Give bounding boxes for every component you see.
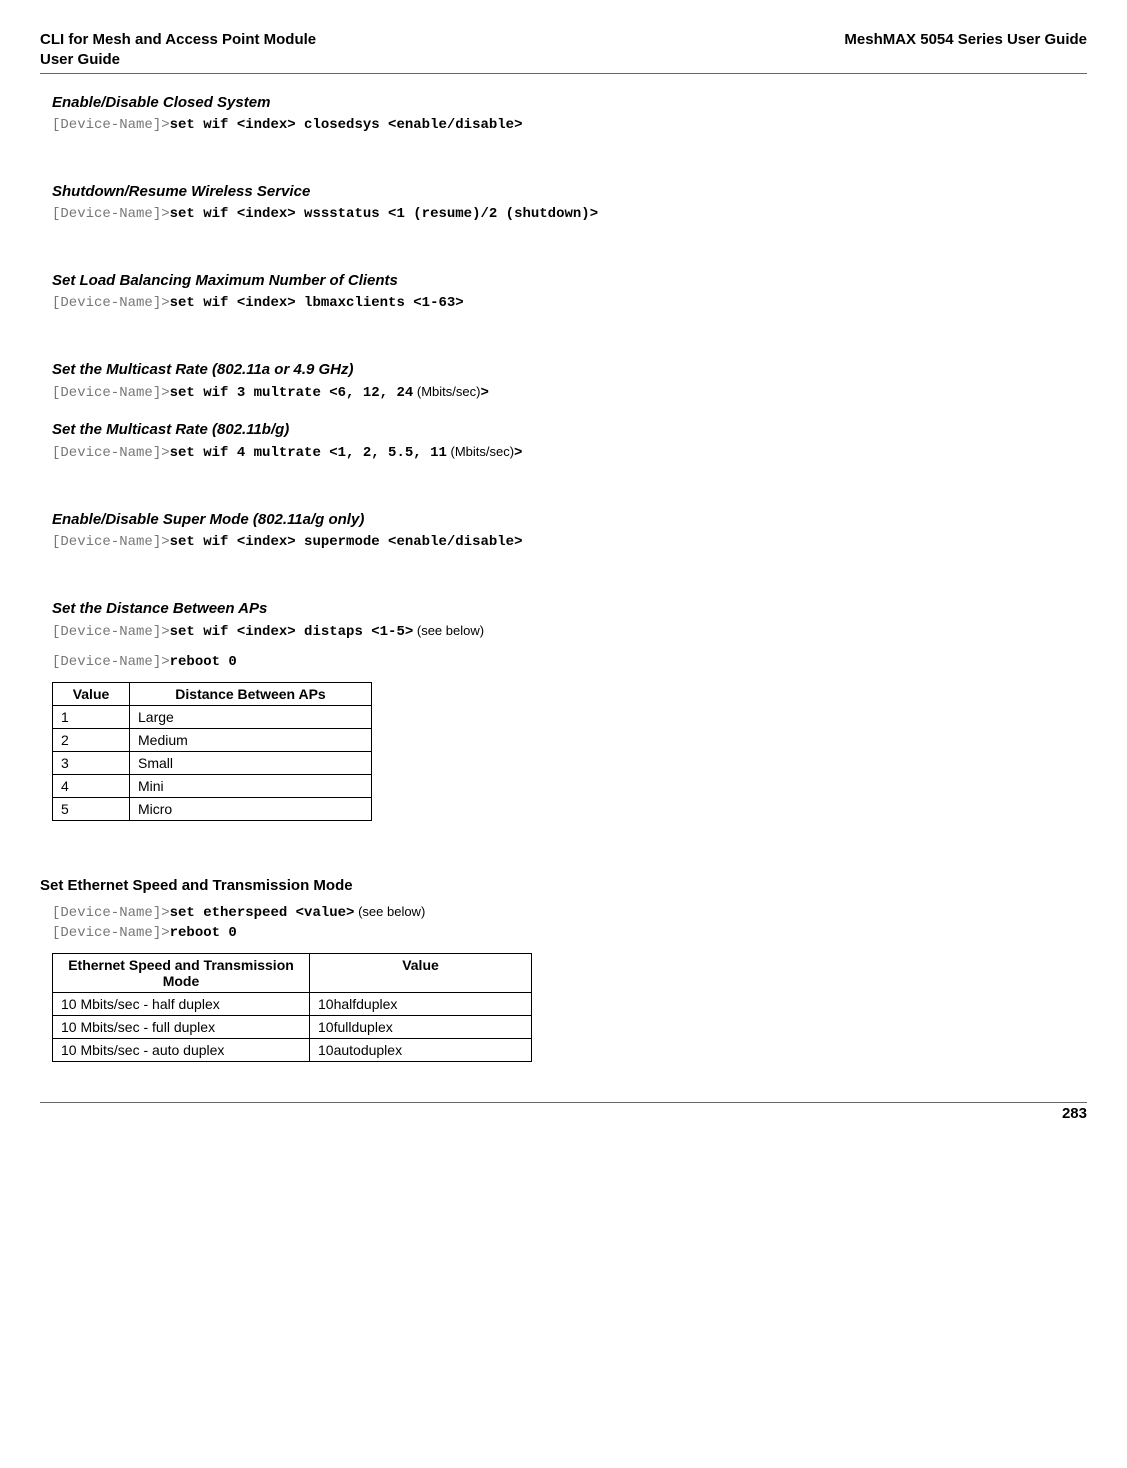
note: (Mbits/sec): [413, 384, 480, 399]
cmd-end: >: [480, 385, 488, 401]
table-header-row: Value Distance Between APs: [53, 683, 372, 706]
prompt: [Device-Name]>: [52, 624, 170, 640]
code-ethernet-2: [Device-Name]>reboot 0: [52, 925, 1087, 941]
prompt: [Device-Name]>: [52, 385, 170, 401]
table-distance-aps: Value Distance Between APs 1Large 2Mediu…: [52, 682, 372, 821]
table-row: 2Medium: [53, 729, 372, 752]
note: (see below): [354, 904, 425, 919]
header-left-line1: CLI for Mesh and Access Point Module: [40, 31, 316, 48]
table-row: 4Mini: [53, 775, 372, 798]
cmd-part: set wif 4 multrate <1, 2, 5.5, 11: [170, 445, 447, 461]
table-row: 5Micro: [53, 798, 372, 821]
cell-distance: Medium: [130, 729, 372, 752]
prompt: [Device-Name]>: [52, 117, 170, 133]
cell-distance: Large: [130, 706, 372, 729]
cell-mode: 10 Mbits/sec - half duplex: [53, 993, 310, 1016]
prompt: [Device-Name]>: [52, 534, 170, 550]
prompt: [Device-Name]>: [52, 445, 170, 461]
prompt: [Device-Name]>: [52, 905, 170, 921]
prompt: [Device-Name]>: [52, 295, 170, 311]
cell-distance: Small: [130, 752, 372, 775]
code-multicast-a: [Device-Name]>set wif 3 multrate <6, 12,…: [52, 384, 1087, 401]
heading-closed-system: Enable/Disable Closed System: [52, 94, 1087, 111]
code-distance-aps-2: [Device-Name]>reboot 0: [52, 654, 1087, 670]
cmd: set wif <index> lbmaxclients <1-63>: [170, 295, 464, 311]
table-row: 1Large: [53, 706, 372, 729]
heading-shutdown-resume: Shutdown/Resume Wireless Service: [52, 183, 1087, 200]
header-bar: CLI for Mesh and Access Point Module Use…: [40, 30, 1087, 74]
table-row: 10 Mbits/sec - half duplex10halfduplex: [53, 993, 532, 1016]
code-shutdown-resume: [Device-Name]>set wif <index> wssstatus …: [52, 206, 1087, 222]
heading-ethernet-speed: Set Ethernet Speed and Transmission Mode: [40, 877, 1087, 894]
table-row: 10 Mbits/sec - full duplex10fullduplex: [53, 1016, 532, 1039]
cell-distance: Mini: [130, 775, 372, 798]
cell-value: 10halfduplex: [310, 993, 532, 1016]
code-closed-system: [Device-Name]>set wif <index> closedsys …: [52, 117, 1087, 133]
cell-value: 3: [53, 752, 130, 775]
cell-mode: 10 Mbits/sec - full duplex: [53, 1016, 310, 1039]
th-value: Value: [310, 954, 532, 993]
note: (Mbits/sec): [447, 444, 514, 459]
cell-value: 1: [53, 706, 130, 729]
page-number: 283: [1062, 1105, 1087, 1122]
cmd: reboot 0: [170, 654, 237, 670]
code-super-mode: [Device-Name]>set wif <index> supermode …: [52, 534, 1087, 550]
cmd: set wif <index> supermode <enable/disabl…: [170, 534, 523, 550]
heading-multicast-bg: Set the Multicast Rate (802.11b/g): [52, 421, 1087, 438]
cmd-end: >: [514, 445, 522, 461]
heading-super-mode: Enable/Disable Super Mode (802.11a/g onl…: [52, 511, 1087, 528]
header-left: CLI for Mesh and Access Point Module Use…: [40, 30, 316, 69]
th-distance: Distance Between APs: [130, 683, 372, 706]
footer: 283: [40, 1102, 1087, 1122]
code-load-balancing: [Device-Name]>set wif <index> lbmaxclien…: [52, 295, 1087, 311]
cmd: set wif <index> distaps <1-5>: [170, 624, 414, 640]
prompt: [Device-Name]>: [52, 925, 170, 941]
table-row: 10 Mbits/sec - auto duplex10autoduplex: [53, 1039, 532, 1062]
cmd: set wif <index> wssstatus <1 (resume)/2 …: [170, 206, 598, 222]
cell-mode: 10 Mbits/sec - auto duplex: [53, 1039, 310, 1062]
cell-value: 4: [53, 775, 130, 798]
cmd: reboot 0: [170, 925, 237, 941]
th-mode: Ethernet Speed and Transmission Mode: [53, 954, 310, 993]
cell-distance: Micro: [130, 798, 372, 821]
heading-load-balancing: Set Load Balancing Maximum Number of Cli…: [52, 272, 1087, 289]
cell-value: 10autoduplex: [310, 1039, 532, 1062]
table-header-row: Ethernet Speed and Transmission Mode Val…: [53, 954, 532, 993]
prompt: [Device-Name]>: [52, 654, 170, 670]
heading-distance-aps: Set the Distance Between APs: [52, 600, 1087, 617]
note: (see below): [413, 623, 484, 638]
cell-value: 10fullduplex: [310, 1016, 532, 1039]
th-value: Value: [53, 683, 130, 706]
heading-multicast-a: Set the Multicast Rate (802.11a or 4.9 G…: [52, 361, 1087, 378]
cell-value: 5: [53, 798, 130, 821]
cmd-part: set wif 3 multrate <6, 12, 24: [170, 385, 414, 401]
cell-value: 2: [53, 729, 130, 752]
cmd: set etherspeed <value>: [170, 905, 355, 921]
header-left-line2: User Guide: [40, 51, 120, 68]
table-ethernet-speed: Ethernet Speed and Transmission Mode Val…: [52, 953, 532, 1062]
table-row: 3Small: [53, 752, 372, 775]
code-ethernet-1: [Device-Name]>set etherspeed <value> (se…: [52, 904, 1087, 921]
code-distance-aps-1: [Device-Name]>set wif <index> distaps <1…: [52, 623, 1087, 640]
code-multicast-bg: [Device-Name]>set wif 4 multrate <1, 2, …: [52, 444, 1087, 461]
cmd: set wif <index> closedsys <enable/disabl…: [170, 117, 523, 133]
prompt: [Device-Name]>: [52, 206, 170, 222]
header-right: MeshMAX 5054 Series User Guide: [844, 30, 1087, 50]
